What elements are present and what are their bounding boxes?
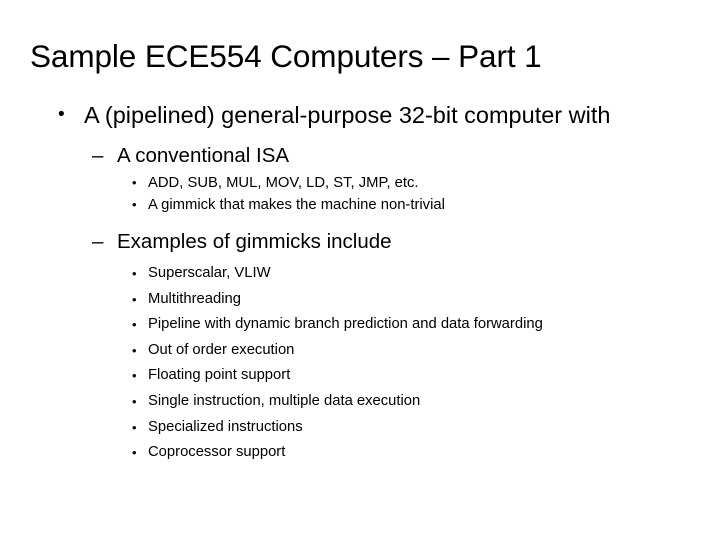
bullet-level3-text: Out of order execution bbox=[148, 341, 295, 358]
bullet-dot-icon: • bbox=[132, 175, 137, 190]
bullet-level3-text: Pipeline with dynamic branch prediction … bbox=[148, 316, 543, 333]
slide-body: • A (pipelined) general-purpose 32-bit c… bbox=[0, 100, 720, 466]
bullet-dot-icon: • bbox=[132, 445, 137, 461]
bullet-level3-text: Single instruction, multiple data execut… bbox=[148, 392, 421, 409]
bullet-dot-icon: • bbox=[132, 393, 137, 409]
bullet-level3-item: • A gimmick that makes the machine non-t… bbox=[132, 194, 692, 216]
bullet-dot-icon: • bbox=[132, 368, 137, 384]
bullet-dash-icon: – bbox=[92, 230, 104, 253]
bullet-level3-text: ADD, SUB, MUL, MOV, LD, ST, JMP, etc. bbox=[148, 175, 419, 191]
bullet-dot-icon: • bbox=[132, 197, 137, 212]
bullet-dot-icon: • bbox=[132, 291, 137, 307]
bullet-level3-text: Floating point support bbox=[148, 367, 291, 384]
bullet-level2-examples-of-gimmicks: – Examples of gimmicks include bbox=[92, 228, 672, 255]
bullet-dash-icon: – bbox=[92, 144, 104, 167]
bullet-level3-item: • Coprocessor support bbox=[132, 440, 692, 466]
bullet-level2-text: Examples of gimmicks include bbox=[117, 230, 392, 253]
slide-canvas: Sample ECE554 Computers – Part 1 • A (pi… bbox=[0, 0, 720, 540]
bullet-level1: • A (pipelined) general-purpose 32-bit c… bbox=[58, 100, 668, 130]
bullet-level3-item: • Superscalar, VLIW bbox=[132, 261, 692, 287]
bullet-level3-item: • ADD, SUB, MUL, MOV, LD, ST, JMP, etc. bbox=[132, 172, 692, 194]
bullet-level3-item: • Floating point support bbox=[132, 363, 692, 389]
bullet-level3-item: • Single instruction, multiple data exec… bbox=[132, 389, 692, 415]
bullet-level3-text: Superscalar, VLIW bbox=[148, 265, 271, 281]
bullet-level3-item: • Specialized instructions bbox=[132, 415, 692, 441]
bullet-dot-icon: • bbox=[58, 104, 65, 125]
bullet-dot-icon: • bbox=[132, 266, 137, 281]
bullet-level3-item: • Pipeline with dynamic branch predictio… bbox=[132, 312, 692, 338]
bullet-dot-icon: • bbox=[132, 419, 137, 435]
bullet-level2-conventional-isa: – A conventional ISA bbox=[92, 142, 672, 169]
bullet-dot-icon: • bbox=[132, 317, 137, 333]
bullet-level3-text: Multithreading bbox=[148, 290, 241, 307]
bullet-level3-item: • Out of order execution bbox=[132, 338, 692, 364]
bullet-level3-text: Specialized instructions bbox=[148, 418, 303, 435]
bullet-level3-text: A gimmick that makes the machine non-tri… bbox=[148, 197, 445, 213]
bullet-level2-text: A conventional ISA bbox=[117, 144, 290, 167]
bullet-dot-icon: • bbox=[132, 342, 137, 358]
bullet-level3-group-gimmicks: • Superscalar, VLIW • Multithreading • P… bbox=[0, 261, 720, 466]
bullet-level3-text: Coprocessor support bbox=[148, 444, 286, 461]
bullet-level3-item: • Multithreading bbox=[132, 287, 692, 313]
page-title: Sample ECE554 Computers – Part 1 bbox=[30, 38, 542, 74]
bullet-level1-text: A (pipelined) general-purpose 32-bit com… bbox=[84, 102, 611, 128]
bullet-level3-group-isa: • ADD, SUB, MUL, MOV, LD, ST, JMP, etc. … bbox=[0, 172, 720, 216]
